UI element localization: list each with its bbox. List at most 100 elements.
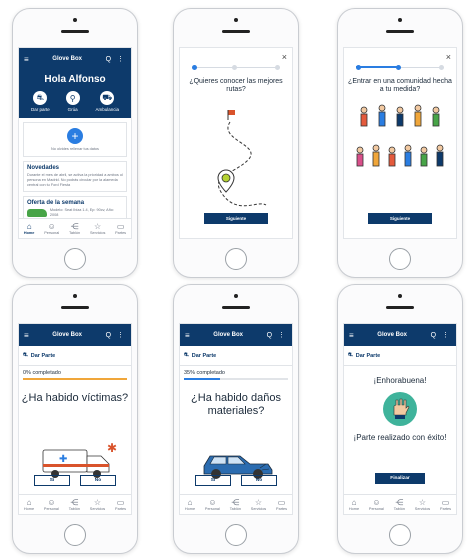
tab-servicios[interactable]: ☆ Servicios [90, 498, 105, 511]
user-icon: ☺ [47, 498, 56, 507]
app-header: ≡ Glove Box Q ⋮ [19, 324, 131, 346]
document-car-icon: ⛐ [23, 352, 28, 358]
tab-home[interactable]: ⌂ Home [24, 222, 35, 235]
tab-partes[interactable]: ▭ Partes [115, 222, 126, 235]
yes-button[interactable]: Sí [195, 475, 231, 486]
speaker [222, 306, 250, 309]
step-dot [439, 65, 444, 70]
home-screen: ≡ Glove Box Q ⋮ Hola Alfonso ⛐ Dar parte… [18, 47, 132, 239]
document-car-icon: ⛐ [184, 352, 189, 358]
parte-title: Dar Parte [191, 352, 217, 359]
tab-servicios[interactable]: ☆ Servicios [90, 222, 105, 235]
tab-partes[interactable]: ▭ Partes [440, 498, 451, 511]
tab-label: Servicios [89, 231, 106, 235]
app-header: ≡ Glove Box Q ⋮ [180, 324, 292, 346]
camera-dot [73, 18, 77, 22]
tab-personal[interactable]: ☺ Personal [205, 498, 220, 511]
tab-personal[interactable]: ☺ Personal [369, 498, 384, 511]
device-home-button [225, 248, 247, 270]
tab-tablon[interactable]: ⋲ Tablón [69, 222, 80, 235]
progress-bar [23, 378, 127, 380]
tab-label: Personal [204, 507, 220, 511]
quick-label: Ambulancia [95, 107, 120, 112]
parte-victims-screen: ≡ Glove Box Q ⋮ ⛐ Dar Parte 0% completad… [18, 323, 132, 515]
tab-tablon[interactable]: ⋲ Tablón [394, 498, 405, 511]
yes-button[interactable]: Sí [34, 475, 70, 486]
user-icon: ☺ [47, 222, 56, 231]
phone-onboarding-routes: × ¿Quieres conocer las mejores rutas? Si… [173, 8, 299, 278]
home-icon: ⌂ [26, 222, 32, 231]
tab-label: Personal [43, 507, 59, 511]
success-screen: ≡ Glove Box Q ⋮ ⛐ Dar Parte ¡Enhorabuena… [343, 323, 457, 515]
quick-grua[interactable]: ⚲ Grúa [65, 91, 80, 112]
tab-home[interactable]: ⌂ Home [185, 498, 195, 511]
offer-title: Oferta de la semana [27, 200, 85, 206]
folder-icon: ▭ [441, 498, 450, 507]
tab-label: Home [348, 507, 360, 511]
no-button[interactable]: No [80, 475, 116, 486]
share-icon: ⋲ [70, 498, 79, 507]
step-dot [231, 65, 237, 70]
progress-bar [184, 378, 288, 380]
camera-dot [398, 18, 402, 22]
tab-servicios[interactable]: ☆ Servicios [415, 498, 430, 511]
onboarding-routes-screen: × ¿Quieres conocer las mejores rutas? Si… [179, 47, 293, 239]
search-more-icons[interactable]: Q ⋮ [106, 55, 126, 63]
tab-bar: ⌂ Home ☺ Personal ⋲ Tablón ☆ Servicios ▭ Part… [19, 218, 131, 238]
onboarding-community-screen: × ¿Entrar en una comunidad hecha a tu me… [343, 47, 457, 239]
tab-partes[interactable]: ▭ Partes [115, 498, 126, 511]
progress-label: 35% completado [184, 370, 225, 376]
progress-label: 0% completado [23, 370, 61, 376]
tab-label: Home [184, 507, 196, 511]
quick-dar-parte[interactable]: ⛐ Dar parte [31, 91, 50, 112]
tab-personal[interactable]: ☺ Personal [44, 222, 59, 235]
tab-home[interactable]: ⌂ Home [349, 498, 359, 511]
search-more-icons[interactable]: Q ⋮ [106, 331, 126, 339]
close-icon[interactable]: × [446, 52, 451, 62]
quick-ambulancia[interactable]: ⛟ Ambulancia [95, 91, 120, 112]
speaker [61, 306, 89, 309]
news-body: Durante el mes de abril, se activa la pr… [27, 173, 123, 187]
yes-no-group: Sí No [180, 475, 292, 486]
parte-title: Dar Parte [355, 352, 381, 359]
tab-bar: ⌂ Home ☺ Personal ⋲ Tablón ☆ Servicios ▭ Part… [19, 494, 131, 514]
tab-tablon[interactable]: ⋲ Tablón [230, 498, 241, 511]
search-more-icons[interactable]: Q ⋮ [431, 331, 451, 339]
route-illustration [217, 110, 267, 207]
search-more-icons[interactable]: Q ⋮ [267, 331, 287, 339]
step-indicator [192, 65, 280, 70]
tab-partes[interactable]: ▭ Partes [276, 498, 287, 511]
share-icon: ⋲ [70, 222, 79, 231]
finish-button[interactable]: Finalizar [375, 473, 425, 484]
speaker [386, 306, 414, 309]
offer-body: Modelo: Seat Ibiza 1.4, Ep: 90cv, Año: 2… [49, 208, 114, 217]
device-home-button [389, 248, 411, 270]
step-dot [356, 65, 361, 70]
tab-label: Tablón [229, 507, 241, 511]
share-icon: ⋲ [395, 498, 404, 507]
tab-tablon[interactable]: ⋲ Tablón [69, 498, 80, 511]
brand-title: Glove Box [377, 332, 407, 338]
phone-parte-damages: ≡ Glove Box Q ⋮ ⛐ Dar Parte 35% completa… [173, 284, 299, 554]
svg-text:✚: ✚ [59, 454, 67, 465]
next-button[interactable]: Siguiente [204, 213, 268, 224]
home-icon: ⌂ [26, 498, 32, 507]
app-header: ≡ Glove Box Q ⋮ [19, 48, 131, 70]
star-icon: ☆ [94, 222, 102, 231]
share-icon: ⋲ [231, 498, 240, 507]
tab-servicios[interactable]: ☆ Servicios [251, 498, 266, 511]
folder-icon: ▭ [277, 498, 286, 507]
greeting: Hola Alfonso [44, 74, 106, 85]
tab-personal[interactable]: ☺ Personal [44, 498, 59, 511]
question-text: ¿Ha habido daños materiales? [191, 392, 281, 417]
no-button[interactable]: No [241, 475, 277, 486]
close-icon[interactable]: × [282, 52, 287, 62]
add-button[interactable]: + [67, 128, 83, 144]
home-icon: ⌂ [351, 498, 357, 507]
next-button[interactable]: Siguiente [368, 213, 432, 224]
hero: Hola Alfonso ⛐ Dar parte ⚲ Grúa ⛟ Ambula… [19, 70, 131, 118]
tab-label: Partes [115, 507, 127, 511]
brand-title: Glove Box [213, 332, 243, 338]
parte-title: Dar Parte [30, 352, 56, 359]
tab-home[interactable]: ⌂ Home [24, 498, 34, 511]
